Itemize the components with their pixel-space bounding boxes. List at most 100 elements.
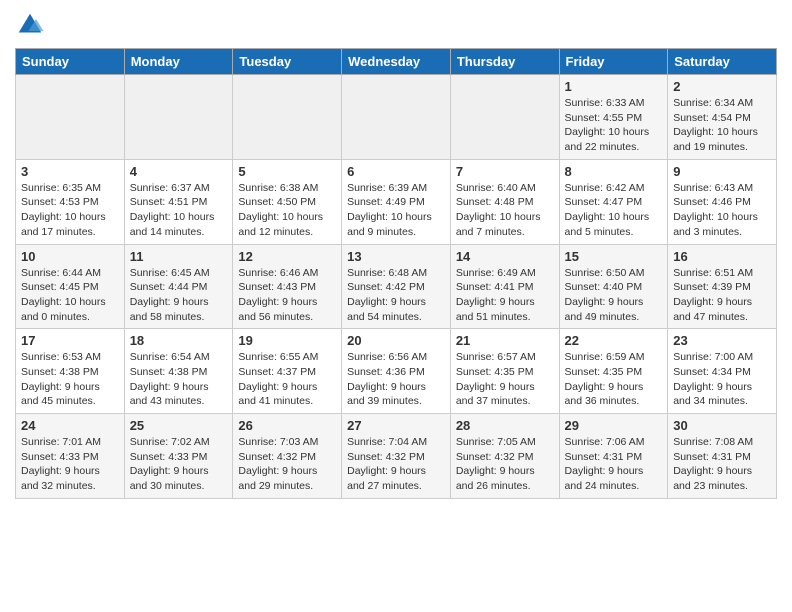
day-info-line: Sunset: 4:47 PM	[565, 196, 643, 208]
week-row-3: 10Sunrise: 6:44 AMSunset: 4:45 PMDayligh…	[16, 244, 777, 329]
day-info-line: Sunrise: 7:01 AM	[21, 436, 101, 448]
column-header-thursday: Thursday	[450, 49, 559, 75]
day-info: Sunrise: 7:04 AMSunset: 4:32 PMDaylight:…	[347, 435, 445, 494]
week-row-1: 1 Sunrise: 6:33 AM Sunset: 4:55 PM Daylight…	[16, 75, 777, 160]
day-info-line: Daylight: 9 hours and 24 minutes.	[565, 465, 644, 492]
day-info-line: Daylight: 9 hours and 34 minutes.	[673, 381, 752, 408]
day-info-line: Sunrise: 6:49 AM	[456, 267, 536, 279]
header	[15, 10, 777, 40]
day-info-line: Sunrise: 7:04 AM	[347, 436, 427, 448]
day-cell: 12Sunrise: 6:46 AMSunset: 4:43 PMDayligh…	[233, 244, 342, 329]
day-info-line: Sunrise: 6:38 AM	[238, 182, 318, 194]
day-info-line: Sunset: 4:55 PM	[565, 112, 643, 124]
column-header-saturday: Saturday	[668, 49, 777, 75]
day-info-line: Daylight: 10 hours and 12 minutes.	[238, 211, 323, 238]
day-info: Sunrise: 6:59 AMSunset: 4:35 PMDaylight:…	[565, 350, 663, 409]
day-number: 6	[347, 164, 445, 179]
day-cell: 1Sunrise: 6:33 AMSunset: 4:55 PMDaylight…	[559, 75, 668, 160]
day-info-line: Daylight: 10 hours and 0 minutes.	[21, 296, 106, 323]
day-info-line: Sunrise: 6:50 AM	[565, 267, 645, 279]
day-cell	[342, 75, 451, 160]
day-info: Sunrise: 6:35 AMSunset: 4:53 PMDaylight:…	[21, 181, 119, 240]
day-info-line: Daylight: 10 hours and 19 minutes.	[673, 126, 758, 153]
column-header-friday: Friday	[559, 49, 668, 75]
day-info-line: Sunset: 4:38 PM	[21, 366, 99, 378]
day-cell: 26Sunrise: 7:03 AMSunset: 4:32 PMDayligh…	[233, 414, 342, 499]
day-info-line: Sunrise: 7:05 AM	[456, 436, 536, 448]
day-info: Sunrise: 6:40 AMSunset: 4:48 PMDaylight:…	[456, 181, 554, 240]
day-number: 5	[238, 164, 336, 179]
day-info: Sunrise: 7:05 AMSunset: 4:32 PMDaylight:…	[456, 435, 554, 494]
day-info-line: Daylight: 9 hours and 37 minutes.	[456, 381, 535, 408]
day-info-line: Sunrise: 7:00 AM	[673, 351, 753, 363]
day-info-line: Daylight: 9 hours and 51 minutes.	[456, 296, 535, 323]
logo-icon	[15, 10, 45, 40]
day-info: Sunrise: 7:00 AMSunset: 4:34 PMDaylight:…	[673, 350, 771, 409]
day-info-line: Sunset: 4:31 PM	[673, 451, 751, 463]
day-info: Sunrise: 7:06 AMSunset: 4:31 PMDaylight:…	[565, 435, 663, 494]
day-number: 29	[565, 418, 663, 433]
day-info-line: Sunrise: 6:40 AM	[456, 182, 536, 194]
day-info-line: Sunset: 4:32 PM	[347, 451, 425, 463]
day-info-line: Sunset: 4:40 PM	[565, 281, 643, 293]
day-number: 7	[456, 164, 554, 179]
day-info-line: Sunset: 4:53 PM	[21, 196, 99, 208]
day-number: 17	[21, 333, 119, 348]
day-info-line: Daylight: 9 hours and 45 minutes.	[21, 381, 100, 408]
day-info-line: Daylight: 9 hours and 30 minutes.	[130, 465, 209, 492]
day-info: Sunrise: 7:03 AMSunset: 4:32 PMDaylight:…	[238, 435, 336, 494]
day-number: 3	[21, 164, 119, 179]
day-info-line: Daylight: 9 hours and 54 minutes.	[347, 296, 426, 323]
day-info-line: Sunrise: 6:48 AM	[347, 267, 427, 279]
day-info: Sunrise: 6:53 AMSunset: 4:38 PMDaylight:…	[21, 350, 119, 409]
day-number: 10	[21, 249, 119, 264]
day-number: 25	[130, 418, 228, 433]
day-info: Sunrise: 6:50 AM Sunset: 4:40 PM Daylight:…	[565, 266, 663, 325]
day-cell: 4Sunrise: 6:37 AMSunset: 4:51 PMDaylight…	[124, 159, 233, 244]
day-info-line: Sunset: 4:41 PM	[456, 281, 534, 293]
day-info-line: Sunset: 4:33 PM	[21, 451, 99, 463]
day-cell: 18Sunrise: 6:54 AMSunset: 4:38 PMDayligh…	[124, 329, 233, 414]
day-number: 22	[565, 333, 663, 348]
day-number: 9	[673, 164, 771, 179]
day-info-line: Sunset: 4:35 PM	[456, 366, 534, 378]
day-info-line: Daylight: 9 hours and 47 minutes.	[673, 296, 752, 323]
day-number: 18	[130, 333, 228, 348]
day-cell: 21Sunrise: 6:57 AMSunset: 4:35 PMDayligh…	[450, 329, 559, 414]
column-header-monday: Monday	[124, 49, 233, 75]
day-cell: 22 Sunrise: 6:59 AMSunset: 4:35 PMDayligh…	[559, 329, 668, 414]
day-info-line: Sunrise: 6:56 AM	[347, 351, 427, 363]
day-info-line: Sunrise: 6:39 AM	[347, 182, 427, 194]
day-info-line: Daylight: 9 hours and 39 minutes.	[347, 381, 426, 408]
day-info-line: Sunrise: 6:33 AM	[565, 97, 645, 109]
day-cell: 15Sunrise: 6:50 AMSunset: 4:40 PMDayligh…	[559, 244, 668, 329]
day-cell: 30Sunrise: 7:08 AMSunset: 4:31 PMDayligh…	[668, 414, 777, 499]
day-info-line: Sunset: 4:44 PM	[130, 281, 208, 293]
day-info-line: Daylight: 10 hours and 14 minutes.	[130, 211, 215, 238]
day-info: Sunrise: 7:01 AMSunset: 4:33 PMDaylight:…	[21, 435, 119, 494]
day-info-line: Daylight: 9 hours and 49 minutes.	[565, 296, 644, 323]
day-number: 30	[673, 418, 771, 433]
day-info-line: Sunset: 4:43 PM	[238, 281, 316, 293]
day-info: Sunrise: 6:42 AMSunset: 4:47 PMDaylight:…	[565, 181, 663, 240]
day-info: Sunrise: 6:37 AMSunset: 4:51 PMDaylight:…	[130, 181, 228, 240]
day-number: 1	[565, 79, 663, 94]
day-info-line: Daylight: 9 hours and 29 minutes.	[238, 465, 317, 492]
day-info: Sunrise: 6:49 AM Sunset: 4:41 PM Daylight:…	[456, 266, 554, 325]
day-info-line: Sunrise: 6:43 AM	[673, 182, 753, 194]
day-cell: 11Sunrise: 6:45 AMSunset: 4:44 PMDayligh…	[124, 244, 233, 329]
day-info-line: Daylight: 9 hours and 58 minutes.	[130, 296, 209, 323]
day-info-line: Sunrise: 6:54 AM	[130, 351, 210, 363]
day-info-line: Sunset: 4:32 PM	[456, 451, 534, 463]
day-cell	[450, 75, 559, 160]
day-info: Sunrise: 6:48 AMSunset: 4:42 PMDaylight:…	[347, 266, 445, 325]
day-info-line: Sunset: 4:39 PM	[673, 281, 751, 293]
day-info: Sunrise: 6:33 AMSunset: 4:55 PMDaylight:…	[565, 96, 663, 155]
day-number: 8	[565, 164, 663, 179]
day-info-line: Daylight: 10 hours and 7 minutes.	[456, 211, 541, 238]
day-info-line: Sunset: 4:33 PM	[130, 451, 208, 463]
day-number: 2	[673, 79, 771, 94]
day-number: 23	[673, 333, 771, 348]
day-info-line: Sunset: 4:32 PM	[238, 451, 316, 463]
day-info: Sunrise: 6:46 AMSunset: 4:43 PMDaylight:…	[238, 266, 336, 325]
